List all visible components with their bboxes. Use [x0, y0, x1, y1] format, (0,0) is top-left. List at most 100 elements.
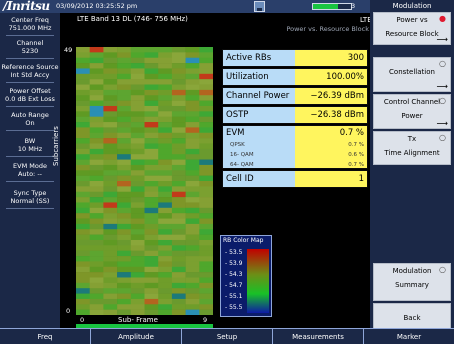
parameter-label: Channel: [16, 39, 44, 47]
heatmap-cell: [185, 197, 200, 203]
heatmap-cell: [89, 148, 104, 155]
menu-button-measurements[interactable]: Measurements: [273, 329, 364, 344]
softkey-1[interactable]: Power vs Resource Block ● ⟶: [373, 12, 451, 45]
heatmap-cell: [199, 266, 213, 273]
heatmap-cell: [185, 282, 200, 289]
heatmap-cell: [117, 256, 132, 262]
heatmap-cell: [117, 288, 132, 294]
softkey-2[interactable]: Constellation ○ ⟶: [373, 57, 451, 92]
status-bar: /Inritsu 03/09/2012 03:25:52 pm 3: [0, 0, 370, 13]
heatmap-cell: [158, 68, 173, 75]
heatmap-cell: [130, 191, 145, 198]
heatmap-cell: [199, 47, 213, 53]
heatmap-cell: [185, 218, 200, 225]
heatmap-cell: [130, 304, 145, 310]
heatmap-cell: [158, 256, 173, 262]
heatmap-cell: [158, 272, 173, 278]
heatmap-cell: [199, 127, 213, 134]
heatmap-cell: [103, 191, 118, 198]
heatmap-cell: [103, 293, 118, 300]
softkey-3[interactable]: Control Channel Power ○ ⟶: [373, 94, 451, 129]
heatmap-cell: [76, 256, 90, 262]
heatmap-cell: [103, 207, 118, 214]
heatmap-cell: [144, 272, 159, 278]
heatmap-cell: [185, 304, 200, 310]
heatmap-cell: [171, 223, 186, 230]
heatmap-cell: [185, 170, 200, 176]
menu-button-marker[interactable]: Marker: [364, 329, 454, 344]
softkey-4[interactable]: Tx Time Alignment ○: [373, 131, 451, 165]
heatmap-cell: [185, 143, 200, 150]
heatmap-cell: [185, 207, 200, 214]
heatmap-cell: [117, 148, 132, 155]
heatmap-cell: [103, 218, 118, 225]
heatmap-cell: [171, 266, 186, 273]
heatmap-cell: [89, 175, 104, 182]
heatmap-cell: [199, 256, 213, 262]
heatmap-cell: [144, 229, 159, 235]
heatmap-cell: [185, 164, 200, 171]
heatmap-cell: [199, 277, 213, 284]
parameter-item: EVM Mode Auto: --: [0, 162, 60, 182]
heatmap-cell: [144, 245, 159, 251]
heatmap-cell: [171, 63, 186, 69]
heatmap-cell: [103, 266, 118, 273]
heatmap-cell: [171, 288, 186, 294]
heatmap-cell: [158, 191, 173, 198]
heatmap-cell: [158, 197, 173, 203]
heatmap-cell: [158, 148, 173, 155]
softkey-label: Back: [403, 314, 421, 322]
heatmap-cell: [185, 256, 200, 262]
heatmap-cell: [171, 111, 186, 117]
heatmap-cell: [171, 202, 186, 209]
submenu-arrow-icon: ⟶: [436, 35, 448, 44]
heatmap-cell: [158, 79, 173, 85]
heatmap-cell: [185, 105, 200, 112]
heatmap-cell: [130, 207, 145, 214]
heatmap-cell: [144, 218, 159, 225]
heatmap-cell: [103, 277, 118, 284]
submenu-arrow-icon: ⟶: [436, 82, 448, 91]
heatmap-cell: [158, 239, 173, 246]
heatmap-cell: [158, 47, 173, 53]
evm-qpsk-value: 0.7 %: [348, 142, 364, 148]
heatmap-cell: [117, 170, 132, 176]
menu-button-setup[interactable]: Setup: [182, 329, 273, 344]
heatmap-cell: [144, 127, 159, 134]
heatmap-cell: [171, 138, 186, 144]
heatmap-cell: [76, 52, 90, 59]
heatmap-cell: [158, 250, 173, 257]
heatmap-cell: [144, 52, 159, 59]
heatmap-cell: [171, 159, 186, 166]
heatmap-cell: [158, 202, 173, 209]
heatmap-cell: [158, 84, 173, 91]
heatmap-cell: [130, 298, 145, 305]
heatmap-cell: [76, 304, 90, 310]
heatmap-cell: [171, 73, 186, 80]
heatmap-cell: [130, 95, 145, 101]
result-ostp: OSTP −26.38 dBm: [222, 106, 368, 124]
heatmap-cell: [144, 304, 159, 310]
x-axis-label: Sub- Frame: [118, 316, 158, 324]
menu-button-freq[interactable]: Freq: [0, 329, 91, 344]
heatmap-cell: [76, 170, 90, 176]
heatmap-cell: [171, 68, 186, 75]
heatmap-cell: [130, 84, 145, 91]
heatmap-cell: [144, 111, 159, 117]
x-axis-start-label: 0: [80, 316, 85, 324]
heatmap-cell: [76, 272, 90, 278]
menu-button-amplitude[interactable]: Amplitude: [91, 329, 182, 344]
softkey-5[interactable]: Modulation Summary ○: [373, 263, 451, 301]
heatmap-cell: [76, 191, 90, 198]
heatmap-cell: [158, 181, 173, 187]
x-axis-end-label: 9: [203, 316, 208, 324]
heatmap-cell: [117, 79, 132, 85]
heatmap-cell: [199, 79, 213, 85]
heatmap-cell: [117, 218, 132, 225]
heatmap-cell: [185, 68, 200, 75]
heatmap-cell: [185, 309, 200, 315]
heatmap-cell: [89, 282, 104, 289]
heatmap-cell: [76, 132, 90, 139]
heatmap-cell: [144, 309, 159, 315]
heatmap-cell: [185, 122, 200, 128]
